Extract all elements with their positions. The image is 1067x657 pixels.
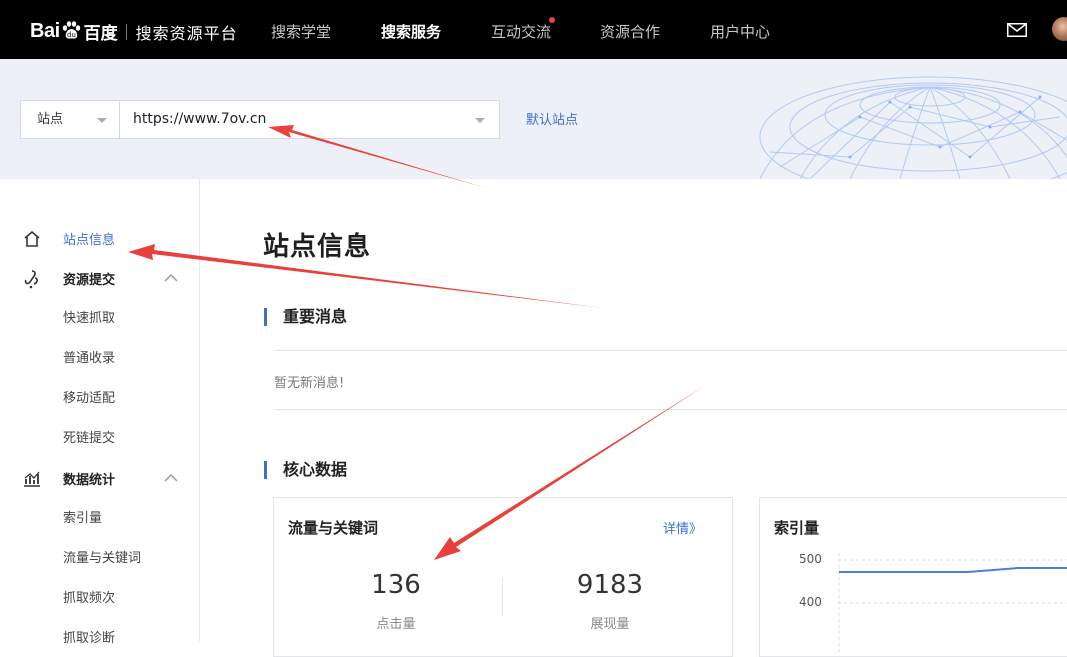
divider — [274, 409, 1067, 410]
nav-resource-cooperation[interactable]: 资源合作 — [600, 0, 660, 59]
home-icon — [24, 230, 40, 247]
sidebar-item-fast-crawl[interactable]: 快速抓取 — [63, 307, 115, 326]
site-url-select[interactable]: https://www.7ov.cn — [119, 100, 500, 139]
baidu-logo[interactable]: Bai du 百度 搜索资源平台 — [30, 19, 238, 44]
metric-divider — [502, 578, 503, 616]
impressions-label: 展现量 — [590, 617, 630, 632]
nav-user-center[interactable]: 用户中心 — [710, 0, 770, 59]
sidebar-item-mobile-adapt[interactable]: 移动适配 — [63, 387, 115, 406]
nav-interaction[interactable]: 互动交流 — [491, 0, 556, 59]
details-link[interactable]: 详情》 — [663, 518, 702, 537]
index-trend-chart — [838, 553, 1067, 653]
traffic-keywords-card: 流量与关键词 详情》 136 点击量 9183 展现量 — [273, 497, 733, 657]
sidebar-item-crawl-frequency[interactable]: 抓取频次 — [63, 587, 115, 606]
chevron-down-icon — [97, 118, 107, 123]
mail-icon[interactable] — [1007, 23, 1027, 37]
notification-dot — [549, 17, 556, 23]
y-tick-label: 400 — [799, 595, 822, 609]
site-type-label: 站点 — [37, 112, 64, 127]
y-tick-label: 500 — [799, 552, 822, 566]
sidebar-item-traffic-keywords[interactable]: 流量与关键词 — [63, 547, 141, 566]
card-title: 流量与关键词 — [288, 519, 379, 537]
default-site-link[interactable]: 默认站点 — [526, 109, 578, 128]
logo-cn: 百度 — [83, 24, 118, 44]
site-banner: 站点 https://www.7ov.cn 默认站点 — [0, 59, 1067, 179]
nav-search-service[interactable]: 搜索服务 — [381, 0, 441, 59]
nav-interaction-label: 互动交流 — [491, 23, 552, 41]
sidebar-group-label: 资源提交 — [63, 273, 116, 288]
index-volume-card: 索引量 500 400 — [759, 497, 1067, 657]
page-title: 站点信息 — [263, 232, 372, 262]
sidebar-group-resource-submit[interactable]: 资源提交 — [0, 263, 199, 293]
clicks-label: 点击量 — [376, 617, 416, 632]
empty-news-message: 暂无新消息! — [274, 376, 345, 391]
index-trend-line — [839, 567, 1067, 573]
sidebar-item-crawl-diagnosis[interactable]: 抓取诊断 — [63, 627, 115, 646]
stats-icon — [24, 471, 40, 487]
paw-icon: du — [62, 20, 80, 39]
nav-search-academy[interactable]: 搜索学堂 — [271, 0, 331, 59]
site-url-value: https://www.7ov.cn — [133, 111, 267, 127]
chevron-up-icon[interactable] — [164, 273, 178, 283]
chevron-down-icon — [475, 118, 485, 123]
site-type-select[interactable]: 站点 — [20, 100, 119, 139]
chevron-up-icon[interactable] — [164, 473, 178, 483]
avatar[interactable] — [1052, 17, 1067, 41]
sidebar-item-index-volume[interactable]: 索引量 — [63, 507, 102, 526]
logo-separator — [125, 23, 127, 40]
sidebar-item-normal-index[interactable]: 普通收录 — [63, 347, 115, 366]
top-nav-bar: Bai du 百度 搜索资源平台 搜索学堂 搜索服务 互动交流 资源合作 用户中… — [0, 0, 1067, 59]
platform-name: 搜索资源平台 — [135, 23, 238, 43]
globe-decoration-icon — [759, 76, 1067, 179]
svg-text:du: du — [67, 31, 76, 39]
sidebar-group-label: 数据统计 — [63, 473, 116, 488]
sidebar: 站点信息 资源提交 快速抓取 普通收录 移动适配 死链提交 数据统计 索引量 流… — [0, 179, 200, 646]
clicks-value: 136 — [371, 570, 421, 600]
section-title-core-data: 核心数据 — [264, 461, 347, 479]
sidebar-item-dead-link[interactable]: 死链提交 — [63, 427, 115, 446]
logo-text: Bai — [30, 20, 60, 42]
sidebar-group-data-stats[interactable]: 数据统计 — [0, 463, 199, 493]
divider — [274, 350, 1067, 351]
sidebar-item-label: 站点信息 — [63, 233, 116, 248]
section-title-important-news: 重要消息 — [264, 308, 347, 326]
submit-icon — [24, 270, 38, 289]
sidebar-item-site-info[interactable]: 站点信息 — [0, 223, 199, 253]
card-title: 索引量 — [774, 519, 820, 537]
impressions-value: 9183 — [576, 570, 644, 600]
